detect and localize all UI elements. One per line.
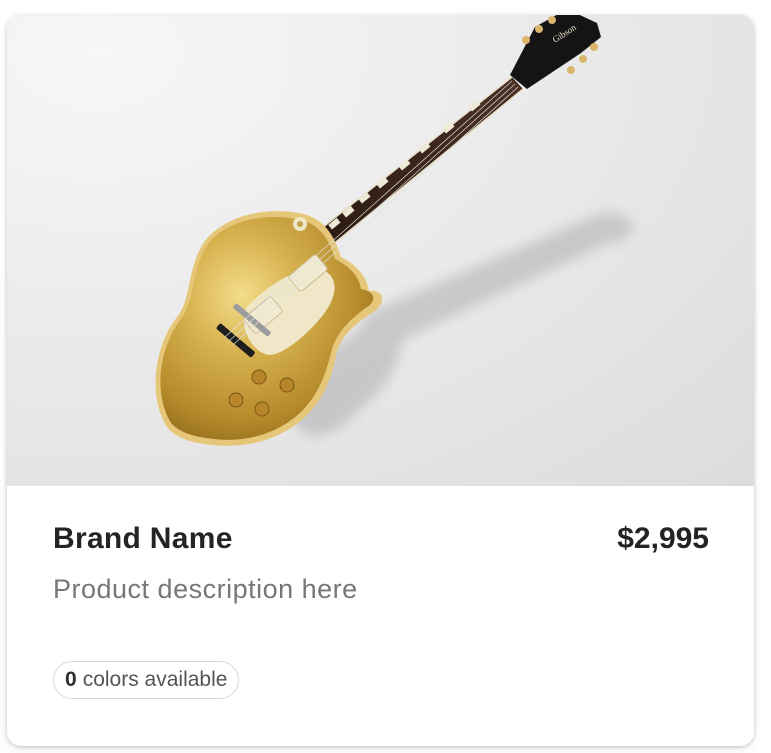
guitar-illustration: Gibson	[155, 15, 633, 446]
product-info: Brand Name $2,995 Product description he…	[7, 486, 754, 746]
guitar-headstock: Gibson	[510, 15, 601, 89]
colors-count: 0	[65, 668, 77, 691]
colors-available-badge[interactable]: 0 colors available	[53, 661, 240, 699]
product-card[interactable]: Gibson Brand Name $2,995 Product descrip…	[7, 15, 754, 746]
colors-label: colors available	[82, 668, 228, 691]
guitar-neck	[302, 76, 524, 260]
product-description: Product description here	[53, 574, 358, 604]
brand-name[interactable]: Brand Name	[53, 522, 233, 556]
product-image[interactable]: Gibson	[7, 15, 754, 486]
product-price: $2,995	[617, 522, 709, 555]
